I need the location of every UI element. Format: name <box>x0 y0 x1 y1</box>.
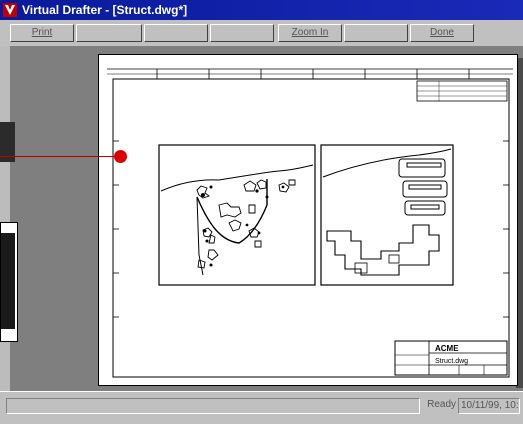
zoom-in-button[interactable]: Zoom In <box>278 24 342 42</box>
done-button[interactable]: Done <box>410 24 474 42</box>
status-datetime: 10/11/99, 10: <box>458 398 520 414</box>
workspace: ACME Struct.dwg <box>0 46 523 391</box>
title-bar: Virtual Drafter - [Struct.dwg*] <box>0 0 523 20</box>
status-ready: Ready <box>427 399 456 410</box>
print-button[interactable]: Print <box>10 24 74 42</box>
app-logo-icon <box>3 3 17 17</box>
toolbar-button-2[interactable] <box>76 24 142 42</box>
status-message <box>6 398 420 414</box>
status-bar: Ready 10/11/99, 10: <box>0 391 523 424</box>
site-plan-view <box>158 144 316 286</box>
floor-plan-view <box>320 144 454 286</box>
drawing-canvas: ACME Struct.dwg <box>107 68 513 378</box>
callout-leader-line <box>0 156 121 157</box>
toolbar-button-6[interactable] <box>344 24 408 42</box>
window-title: Virtual Drafter - [Struct.dwg*] <box>22 3 188 17</box>
title-block-line2: Struct.dwg <box>435 358 468 365</box>
toolbar-button-4[interactable] <box>210 24 274 42</box>
side-panel-box <box>0 222 18 342</box>
drawing-sheet[interactable]: ACME Struct.dwg <box>98 54 518 386</box>
callout-marker[interactable] <box>114 150 127 163</box>
title-block-line1: ACME <box>435 344 459 353</box>
toolbar-button-3[interactable] <box>144 24 208 42</box>
title-block: ACME Struct.dwg <box>394 340 508 376</box>
toolbar: Print Zoom In Done <box>0 20 523 47</box>
